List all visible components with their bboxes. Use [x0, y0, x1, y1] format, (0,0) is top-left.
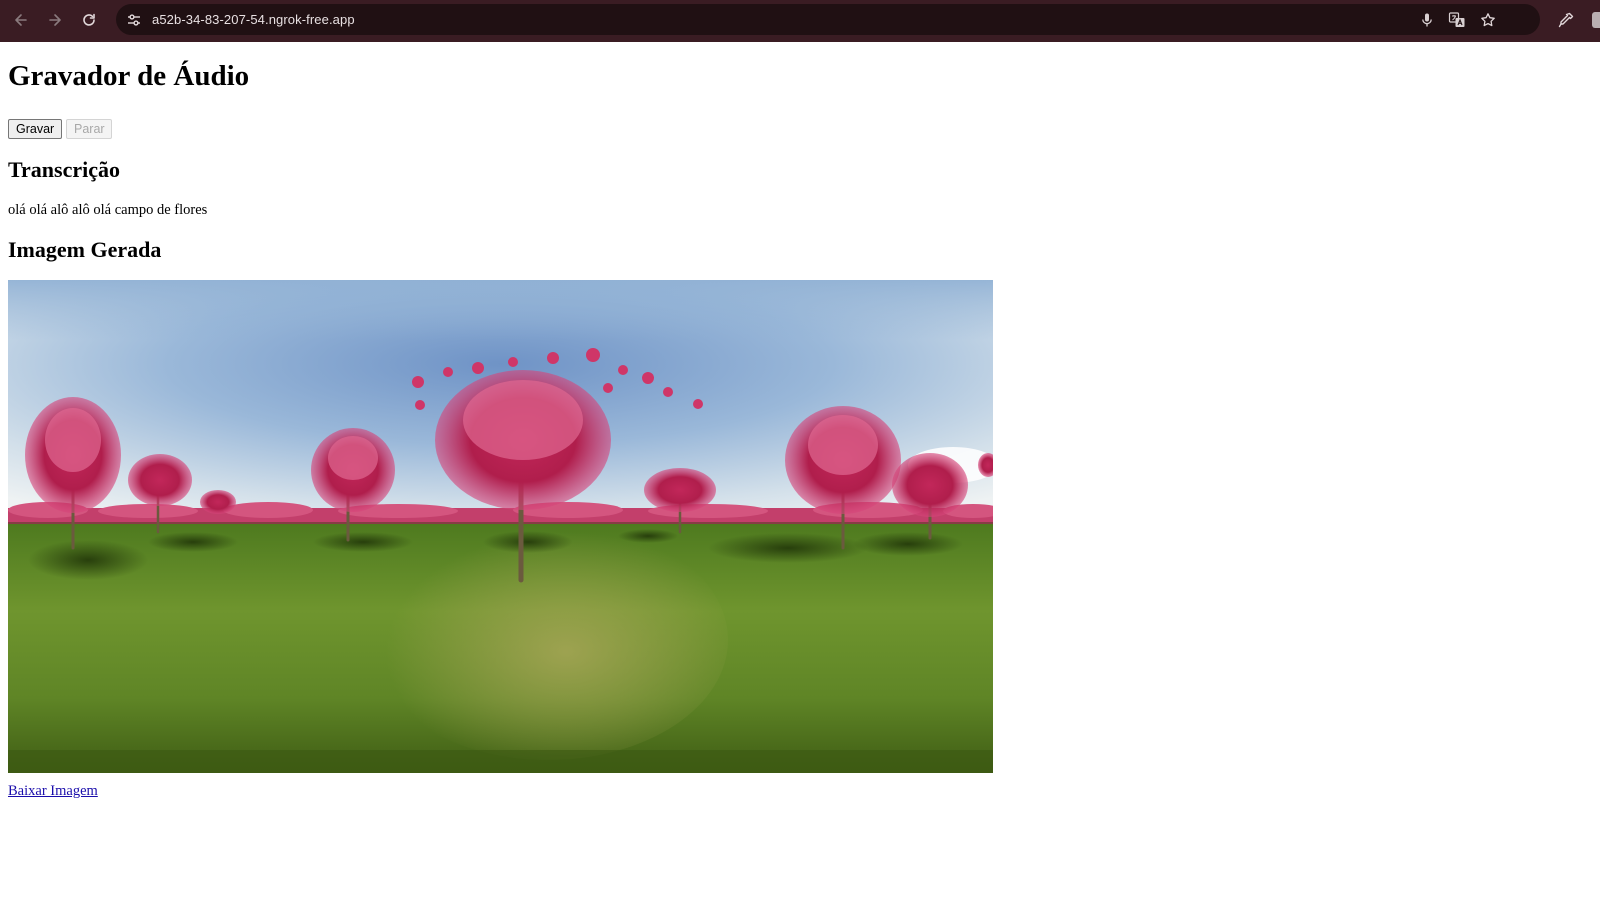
transcription-text: olá olá alô alô olá campo de flores: [8, 202, 208, 218]
page-title: Gravador de Áudio: [8, 60, 250, 92]
eyedropper-icon: [1558, 12, 1574, 28]
arrow-right-icon: [49, 14, 61, 26]
download-image-link[interactable]: Baixar Imagem: [8, 783, 98, 800]
bookmark-button[interactable]: [1478, 10, 1498, 30]
profile-avatar[interactable]: [1592, 12, 1600, 28]
url-text[interactable]: a52b-34-83-207-54.ngrok-free.app: [152, 12, 355, 27]
translate-button[interactable]: [1447, 10, 1467, 30]
record-button[interactable]: Gravar: [8, 119, 62, 139]
forward-button[interactable]: [42, 7, 68, 33]
translate-icon: [1448, 12, 1465, 27]
microphone-icon: [1422, 13, 1432, 27]
star-icon: [1481, 13, 1495, 27]
flower-field-panorama: [8, 280, 993, 773]
site-info-button[interactable]: [124, 10, 144, 30]
page-content: Gravador de Áudio Gravar Parar Transcriç…: [0, 42, 1600, 923]
reload-button[interactable]: [76, 7, 102, 33]
browser-toolbar: a52b-34-83-207-54.ngrok-free.app: [0, 0, 1600, 42]
back-button[interactable]: [8, 7, 34, 33]
extension-button[interactable]: [1554, 8, 1578, 32]
generated-image-heading: Imagem Gerada: [8, 237, 162, 262]
stop-button[interactable]: Parar: [66, 119, 112, 139]
arrow-left-icon: [15, 14, 27, 26]
tune-icon: [128, 14, 140, 26]
generated-image: [8, 280, 993, 773]
reload-icon: [83, 13, 95, 26]
address-bar[interactable]: a52b-34-83-207-54.ngrok-free.app: [116, 4, 1540, 35]
transcription-heading: Transcrição: [8, 157, 121, 182]
voice-search-button[interactable]: [1417, 10, 1437, 30]
